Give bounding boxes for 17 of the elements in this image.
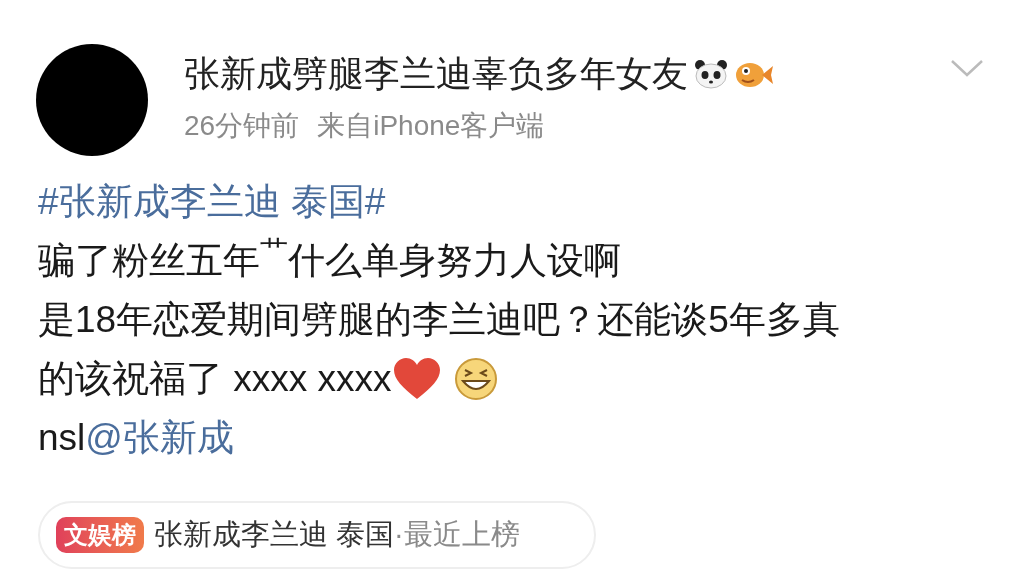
panda-icon <box>694 59 728 89</box>
topic-chip[interactable]: 文娱榜 张新成李兰迪 泰国·最近上榜 <box>38 501 596 569</box>
topic-title: 张新成李兰迪 泰国 <box>154 517 395 553</box>
topic-status: ·最近上榜 <box>394 517 520 553</box>
hashtag-link[interactable]: #张新成李兰迪 泰国# <box>38 172 386 231</box>
grinning-face-icon <box>453 356 498 401</box>
heart-icon <box>391 356 442 401</box>
post-text: 的该祝福了 xxxx xxxx <box>38 357 392 401</box>
post-text: 是18年恋爱期间劈腿的李兰迪吧？还能谈5年多真 <box>38 298 840 342</box>
post-source: 来自iPhone客户端 <box>317 109 545 143</box>
author-name: 张新成劈腿李兰迪辜负多年女友 <box>184 52 688 96</box>
post-time: 26分钟前 <box>184 109 300 143</box>
ranking-badge: 文娱榜 <box>56 517 144 553</box>
post-text: nsl <box>38 416 86 460</box>
mention-link[interactable]: @张新成 <box>85 408 234 467</box>
chevron-down-icon[interactable] <box>950 58 984 78</box>
post-text: 骗了粉丝五年$^{艹}$什么单身努力人设啊 <box>38 233 621 283</box>
